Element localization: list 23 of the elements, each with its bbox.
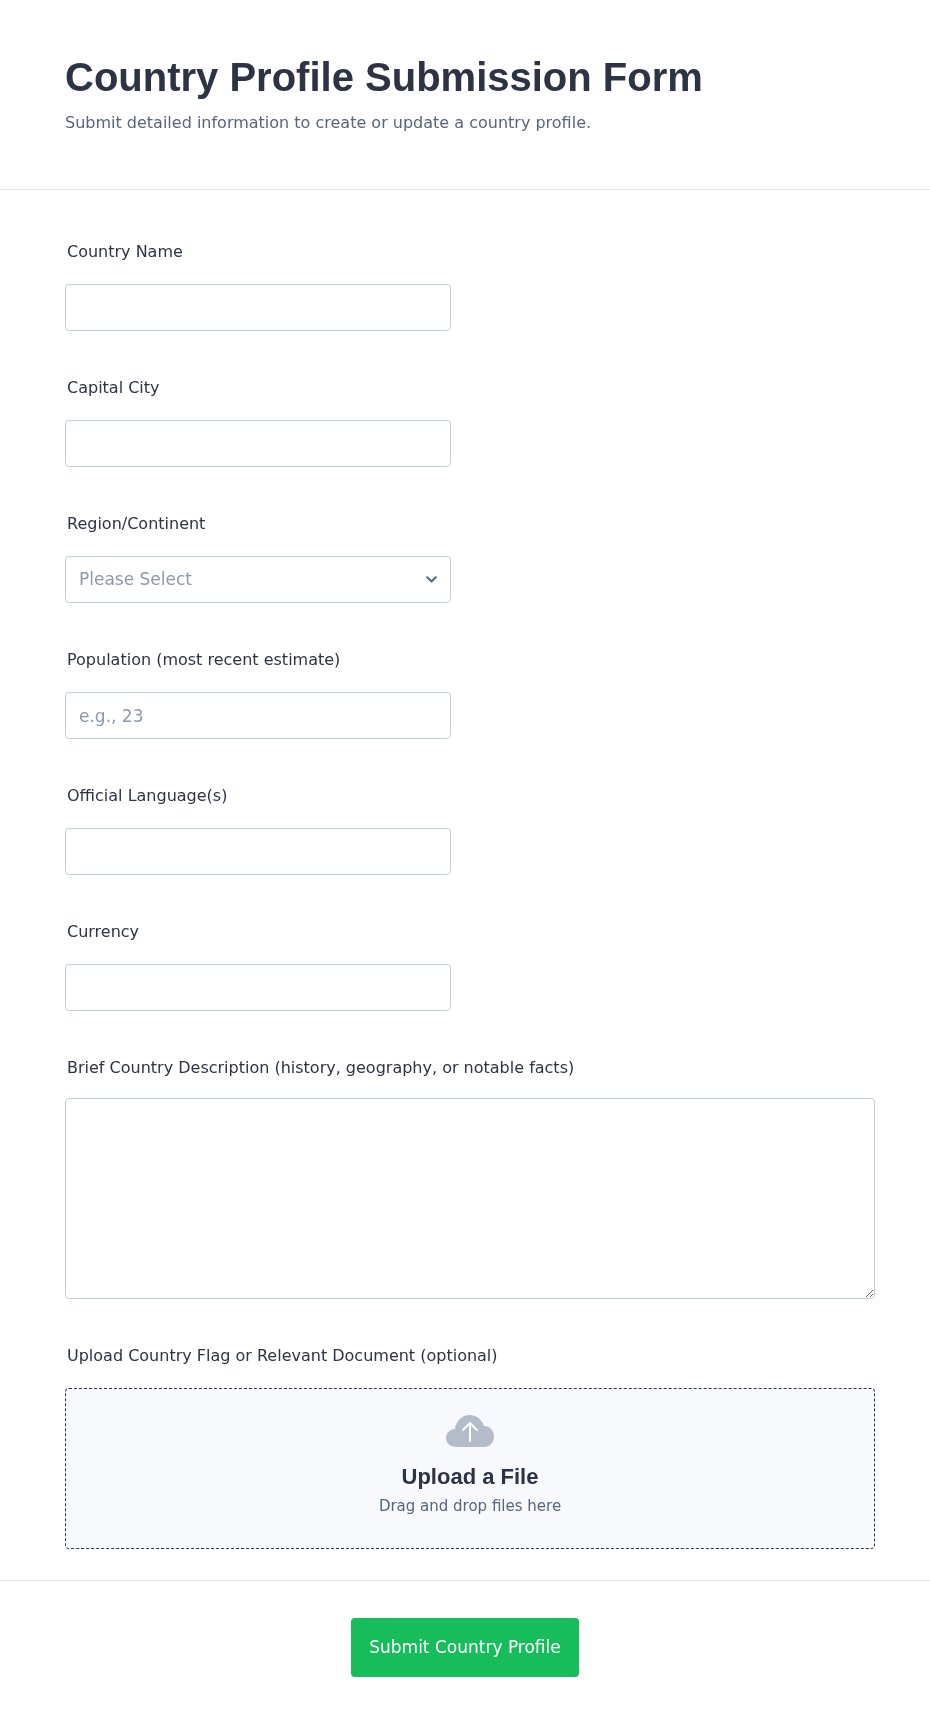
field-label: Country Name [67,241,183,263]
field-label: Official Language(s) [67,785,228,807]
text-field[interactable] [65,964,451,1011]
field-label: Region/Continent [67,513,206,535]
chevron-down-icon [426,576,437,583]
field-label: Capital City [67,377,160,399]
upload-hint: Drag and drop files here [378,1496,562,1517]
upload-dropzone[interactable]: Upload a File Drag and drop files here [65,1388,875,1549]
field-label: Population (most recent estimate) [67,649,341,671]
text-field[interactable]: e.g., 23 [65,692,451,739]
field-label: Upload Country Flag or Relevant Document (optional) [67,1345,498,1367]
text-field[interactable] [65,284,451,331]
form-title: Country Profile Submission Form [65,54,703,101]
text-field[interactable] [65,420,451,467]
cloud-upload-icon [446,1415,494,1447]
upload-title: Upload a File [401,1463,539,1491]
select-field[interactable]: Please Select [65,556,451,603]
field-label: Currency [67,921,140,943]
submit-button[interactable]: Submit Country Profile [351,1618,579,1677]
field-label: Brief Country Description (history, geography, or notable facts) [67,1057,575,1079]
textarea-field[interactable] [65,1098,875,1299]
text-field[interactable] [65,828,451,875]
form-subtitle: Submit detailed information to create or update a country profile. [65,112,592,134]
